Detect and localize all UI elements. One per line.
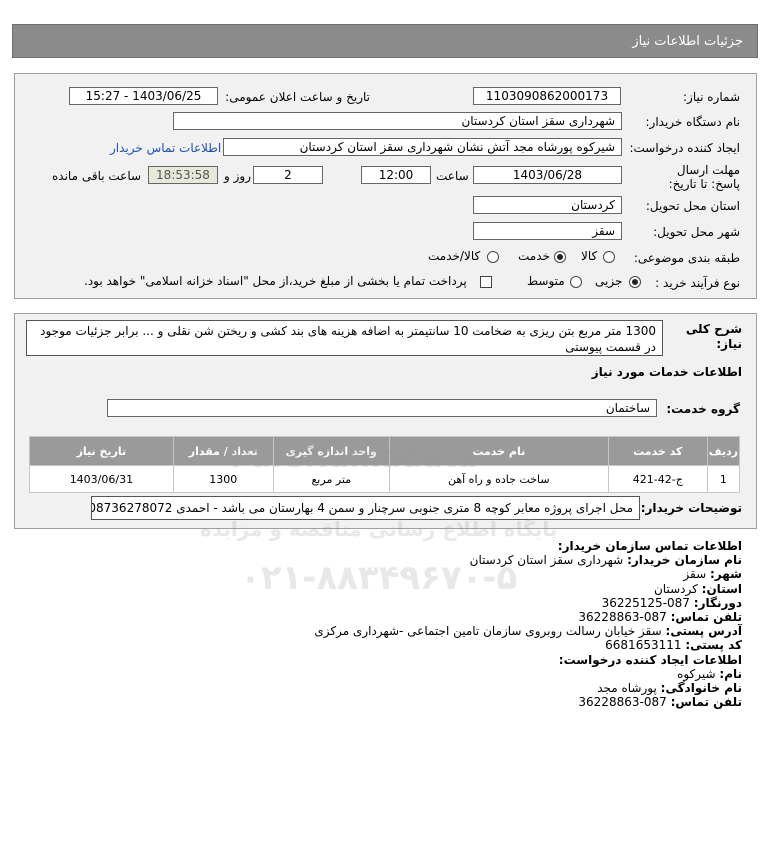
org-province-value: کردستان <box>653 581 698 596</box>
org-fax-value: 087-36225125 <box>601 595 690 610</box>
org-address-row: آدرس پستی: سقز خیابان رسالت روبروی سازما… <box>300 624 742 638</box>
province-label: استان محل تحویل: <box>645 199 740 213</box>
process-option-medium: متوسط <box>527 274 565 288</box>
org-fax-label: دورنگار: <box>693 595 742 610</box>
col-unit: واحد اندازه گیری <box>272 436 390 466</box>
creator-first-name-row: نام: شیرکوه <box>300 667 742 681</box>
days-field: 2 <box>253 166 323 184</box>
col-name: نام خدمت <box>388 436 609 466</box>
category-radio-service[interactable] <box>554 251 566 263</box>
cell-name: ساخت جاده و راه آهن <box>388 465 609 493</box>
org-province-row: استان: کردستان <box>300 582 742 596</box>
announce-label: تاریخ و ساعت اعلان عمومی: <box>225 90 370 104</box>
summary-label: شرح کلی نیاز: <box>685 322 742 351</box>
org-address-value: سقز خیابان رسالت روبروی سازمان تامین اجت… <box>314 624 662 639</box>
page-title-bar: جزئیات اطلاعات نیاز <box>12 24 758 58</box>
creator-phone-label: تلفن تماس: <box>670 695 742 710</box>
category-radio-both[interactable] <box>487 251 499 263</box>
org-name-value: شهرداری سقز استان کردستان <box>469 553 624 568</box>
org-postal-value: 6681653111 <box>605 638 682 653</box>
summary-field: 1300 متر مربع بتن ریزی به ضخامت 10 سانتی… <box>26 320 663 356</box>
creator-last-name-label: نام خانوادگی: <box>660 681 742 696</box>
treasury-payment-note: پرداخت تمام یا بخشی از مبلغ خرید،از محل … <box>84 274 467 288</box>
process-radio-minor[interactable] <box>629 276 641 288</box>
page-title: جزئیات اطلاعات نیاز <box>632 34 743 49</box>
category-option-both: کالا/خدمت <box>428 249 481 263</box>
creator-phone-row: تلفن تماس: 087-36228863 <box>300 695 742 709</box>
services-table: ردیف کد خدمت نام خدمت واحد اندازه گیری ت… <box>29 436 741 493</box>
need-info-panel <box>14 73 757 299</box>
category-option-goods: کالا <box>581 249 598 263</box>
creator-label: ایجاد کننده درخواست: <box>629 141 740 155</box>
city-field: سقز <box>473 222 622 240</box>
org-contact-title: اطلاعات تماس سازمان خریدار: <box>557 539 742 553</box>
creator-last-name-value: پورشاه مجد <box>597 681 657 696</box>
org-city-row: شهر: سقز <box>300 567 742 581</box>
creator-field: شیرکوه پورشاه مجد آتش نشان شهرداری سقز ا… <box>223 138 622 156</box>
deadline-date-field: 1403/06/28 <box>473 166 622 184</box>
cell-qty: 1300 <box>172 465 274 493</box>
creator-last-name-row: نام خانوادگی: پورشاه مجد <box>300 681 742 695</box>
contact-section: اطلاعات تماس سازمان خریدار: نام سازمان خ… <box>300 539 742 709</box>
col-qty: تعداد / مقدار <box>172 436 274 466</box>
need-number-field: 1103090862000173 <box>473 87 621 105</box>
creator-first-name-label: نام: <box>719 666 742 681</box>
services-table-header: ردیف کد خدمت نام خدمت واحد اندازه گیری ت… <box>29 436 741 466</box>
org-province-label: استان: <box>701 581 742 596</box>
org-name-row: نام سازمان خریدار: شهرداری سقز استان کرد… <box>300 553 742 567</box>
cell-code: ج-42-421 <box>607 465 708 493</box>
service-group-field: ساختمان <box>107 399 657 417</box>
category-option-service: خدمت <box>518 249 550 263</box>
deadline-time-label: ساعت <box>436 169 469 183</box>
org-postal-label: کد پستی: <box>685 638 742 653</box>
org-phone-label: تلفن تماس: <box>670 610 742 625</box>
process-option-minor: جزیی <box>595 274 623 288</box>
org-city-value: سقز <box>683 567 707 582</box>
creator-phone-value: 087-36228863 <box>578 695 667 710</box>
creator-first-name-value: شیرکوه <box>677 666 716 681</box>
province-field: کردستان <box>473 196 622 214</box>
buyer-contact-link[interactable]: اطلاعات تماس خریدار <box>110 141 221 155</box>
buyer-notes-label: توضیحات خریدار: <box>640 501 742 515</box>
org-name-label: نام سازمان خریدار: <box>627 553 742 568</box>
deadline-time-field: 12:00 <box>361 166 431 184</box>
col-row: ردیف <box>706 436 741 466</box>
buyer-org-field: شهرداری سقز استان کردستان <box>173 112 622 130</box>
announce-field: 1403/06/25 - 15:27 <box>69 87 218 105</box>
org-city-label: شهر: <box>710 567 742 582</box>
cell-unit: متر مربع <box>272 465 390 493</box>
days-label: روز و <box>224 169 251 183</box>
table-row: 1 ج-42-421 ساخت جاده و راه آهن متر مربع … <box>29 465 741 493</box>
org-phone-row: تلفن تماس: 087-36228863 <box>300 610 742 624</box>
org-address-label: آدرس پستی: <box>665 624 742 639</box>
buyer-org-label: نام دستگاه خریدار: <box>645 115 741 129</box>
process-radio-medium[interactable] <box>570 276 582 288</box>
deadline-label: مهلت ارسال پاسخ: تا تاریخ: <box>668 163 740 191</box>
buyer-notes-field: محل اجرای پروژه معابر کوچه 8 متری جنوبی … <box>91 496 640 520</box>
remaining-time-field: 18:53:58 <box>148 166 218 184</box>
org-postal-row: کد پستی: 6681653111 <box>300 638 742 652</box>
col-date: تاریخ نیاز <box>29 436 174 466</box>
remaining-label: ساعت باقی مانده <box>52 169 142 183</box>
cell-date: 1403/06/31 <box>29 465 174 493</box>
category-radio-goods[interactable] <box>603 251 615 263</box>
creator-contact-title: اطلاعات ایجاد کننده درخواست: <box>558 652 742 667</box>
services-title: اطلاعات خدمات مورد نیاز <box>591 365 742 379</box>
org-phone-value: 087-36228863 <box>578 610 667 625</box>
category-label: طبقه بندی موضوعی: <box>633 251 740 265</box>
city-label: شهر محل تحویل: <box>653 225 740 239</box>
col-code: کد خدمت <box>607 436 708 466</box>
cell-row: 1 <box>706 465 741 493</box>
org-fax-row: دورنگار: 087-36225125 <box>300 596 742 610</box>
service-group-label: گروه خدمت: <box>666 402 740 416</box>
need-number-label: شماره نیاز: <box>683 90 740 104</box>
process-label: نوع فرآیند خرید : <box>655 276 740 290</box>
treasury-payment-checkbox[interactable] <box>480 276 492 288</box>
